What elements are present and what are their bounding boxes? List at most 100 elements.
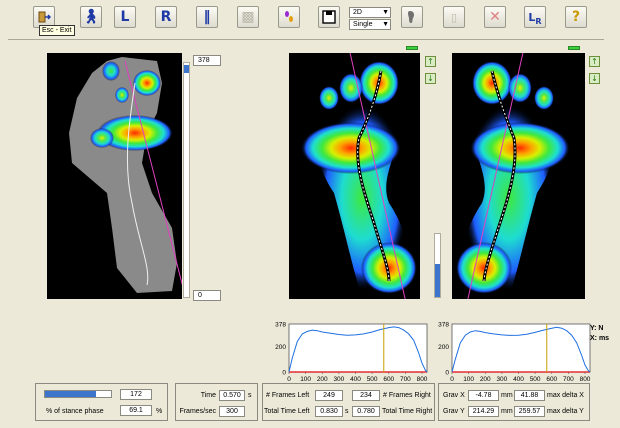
- total-left-label: Total Time Left: [264, 408, 310, 415]
- stance-percent-unit: %: [156, 408, 163, 415]
- max-delta-y-value: 259.57: [514, 406, 545, 417]
- frame-slider-thumb[interactable]: [184, 65, 189, 73]
- delete-button[interactable]: ✕: [484, 6, 506, 28]
- x-tick-label: 200: [317, 376, 328, 383]
- toolbar-divider: [8, 39, 604, 40]
- right-foot-button[interactable]: R: [155, 6, 177, 28]
- fps-label: Frames/sec: [179, 408, 216, 415]
- left-status-indicator: [406, 46, 418, 50]
- image-button[interactable]: ▩: [237, 6, 259, 28]
- left-foot-button[interactable]: L: [114, 6, 136, 28]
- max-delta-x-value: 41.88: [514, 390, 545, 401]
- right-foot-label: R: [160, 9, 172, 25]
- view-mode-select[interactable]: 2D ▼: [349, 7, 391, 18]
- right-pressure-map: [456, 47, 570, 304]
- move-up-button[interactable]: ↑: [425, 56, 436, 67]
- help-button[interactable]: ?: [565, 6, 587, 28]
- total-right-value: 0.780: [352, 406, 380, 417]
- stance-value: 172: [120, 389, 152, 400]
- left-foot-label: L: [120, 9, 130, 25]
- slider-max-value: 378: [193, 55, 221, 66]
- x-tick-label: 0: [287, 376, 291, 383]
- frames-right-value: 234: [352, 390, 380, 401]
- x-tick-label: 800: [580, 376, 591, 383]
- arrow-down-icon: ↓: [427, 73, 434, 83]
- chevron-down-icon: ▼: [382, 9, 389, 16]
- x-tick-label: 100: [300, 376, 311, 383]
- pressure-level-bar: [434, 233, 441, 298]
- x-tick-label: 800: [417, 376, 428, 383]
- right-move-up-button[interactable]: ↑: [589, 56, 600, 67]
- grav-y-label: Grav Y: [443, 408, 465, 415]
- left-right-button[interactable]: LR: [524, 6, 546, 28]
- document-icon: ▯: [450, 10, 458, 24]
- left-pressure-panel: [289, 47, 420, 304]
- x-tick-label: 0: [450, 376, 454, 383]
- left-force-chart: 0 200 378 0 100 200 300 400 500 600 700 800: [275, 322, 428, 384]
- exit-tooltip: Esc - Exit: [39, 25, 75, 36]
- footprints-button[interactable]: [278, 6, 300, 28]
- gravity-box: Grav X -4.78 mm 41.88 max delta X Grav Y…: [438, 383, 590, 421]
- save-icon: [322, 10, 336, 24]
- time-unit: s: [248, 392, 252, 399]
- stance-progress-fill: [45, 391, 97, 397]
- y-tick-label: 200: [438, 344, 449, 351]
- grav-x-unit: mm: [501, 392, 513, 399]
- display-mode-select[interactable]: Single ▼: [349, 19, 391, 30]
- y-tick-label: 200: [275, 344, 286, 351]
- x-tick-label: 500: [530, 376, 541, 383]
- x-tick-label: 700: [563, 376, 574, 383]
- frames-left-label: # Frames Left: [266, 392, 310, 399]
- chart-legend-y: Y: N: [590, 325, 604, 332]
- right-move-down-button[interactable]: ↓: [589, 73, 600, 84]
- y-tick-label: 378: [275, 322, 286, 329]
- right-force-chart: 0 200 378 0 100 200 300 400 500 600 700 800: [438, 322, 591, 384]
- x-tick-label: 300: [333, 376, 344, 383]
- x-tick-label: 600: [383, 376, 394, 383]
- time-box: Time 0.570 s Frames/sec 300: [175, 383, 258, 421]
- x-tick-label: 700: [400, 376, 411, 383]
- grav-y-value: 214.29: [468, 406, 499, 417]
- save-button[interactable]: [318, 6, 340, 28]
- x-tick-label: 400: [350, 376, 361, 383]
- footprints-icon: [285, 11, 293, 22]
- left-right-label: LR: [528, 10, 542, 26]
- total-left-value: 0.830: [315, 406, 343, 417]
- chart-legend-x: X: ms: [590, 335, 610, 342]
- pause-button[interactable]: ‖: [196, 6, 218, 28]
- pressure-level-fill: [435, 264, 440, 297]
- frames-box: # Frames Left 249 234 # Frames Right Tot…: [262, 383, 435, 421]
- left-foot-outline-panel: [47, 53, 188, 304]
- move-down-button[interactable]: ↓: [425, 73, 436, 84]
- view-mode-value: 2D: [353, 9, 362, 16]
- arrow-up-icon: ↑: [591, 56, 598, 66]
- frame-slider[interactable]: [183, 62, 190, 298]
- document-button[interactable]: ▯: [443, 6, 465, 28]
- total-right-label: Total Time Right: [382, 408, 433, 415]
- left-pressure-map: [301, 47, 417, 304]
- walk-button[interactable]: 🚶︎: [80, 6, 102, 28]
- display-mode-value: Single: [353, 21, 373, 28]
- foot-view-button[interactable]: [401, 6, 423, 28]
- stance-percent: 69.1: [120, 405, 152, 416]
- stance-progress-bar: [44, 390, 112, 398]
- time-label: Time: [200, 392, 216, 399]
- max-delta-y-label: max delta Y: [547, 408, 584, 415]
- foot-silhouette-icon: [408, 11, 414, 23]
- arrow-down-icon: ↓: [591, 73, 598, 83]
- y-tick-label: 0: [282, 370, 286, 377]
- grav-x-label: Grav X: [443, 392, 465, 399]
- time-value: 0.570: [219, 390, 245, 401]
- max-delta-x-label: max delta X: [547, 392, 584, 399]
- slider-min-value: 0: [193, 290, 221, 301]
- x-tick-label: 500: [367, 376, 378, 383]
- chevron-down-icon: ▼: [382, 21, 389, 28]
- stance-phase-box: 172 % of stance phase 69.1 %: [35, 383, 168, 421]
- close-icon: ✕: [489, 9, 501, 25]
- frames-right-label: # Frames Right: [383, 392, 431, 399]
- x-tick-label: 400: [513, 376, 524, 383]
- pause-icon: ‖: [203, 9, 211, 25]
- exit-icon: [38, 11, 51, 23]
- help-label: ?: [571, 9, 581, 25]
- x-tick-label: 200: [480, 376, 491, 383]
